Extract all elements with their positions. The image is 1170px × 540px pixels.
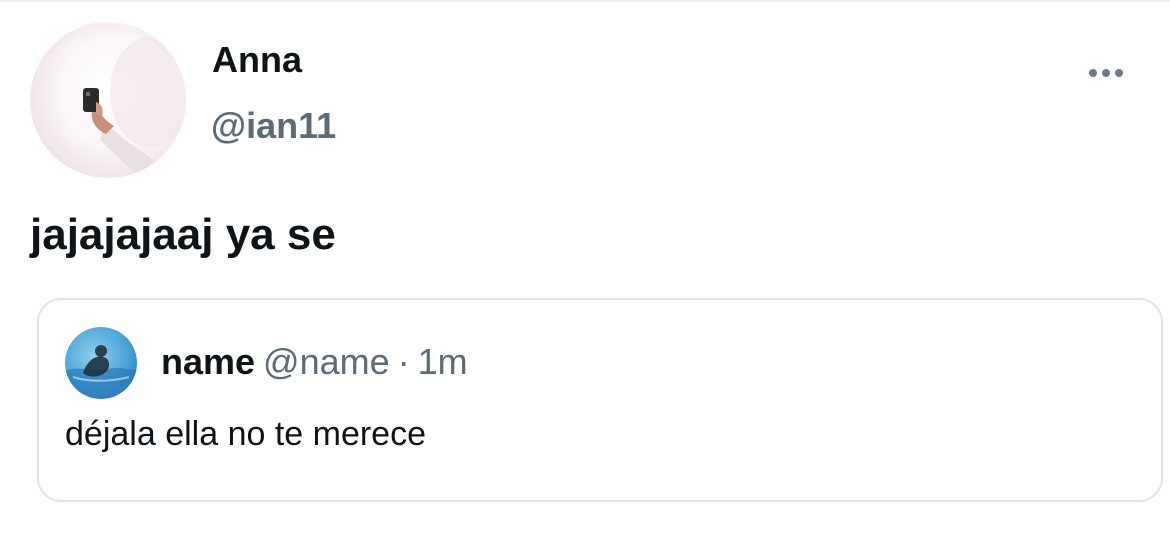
- quoted-tweet-time[interactable]: 1m: [418, 341, 468, 382]
- quoted-tweet-text: déjala ella no te merece: [65, 415, 427, 453]
- quoted-tweet-header: name @name · 1m: [161, 342, 468, 382]
- more-horizontal-icon: [1089, 69, 1097, 77]
- author-display-name[interactable]: Anna: [212, 40, 302, 80]
- avatar-photo-icon: [83, 37, 186, 178]
- quoted-author-display-name[interactable]: name: [161, 341, 255, 382]
- quoted-author-handle[interactable]: @name: [263, 341, 390, 382]
- avatar-photo-icon: [65, 345, 137, 399]
- quoted-tweet-card[interactable]: name @name · 1m déjala ella no te merece: [37, 298, 1163, 502]
- tweet[interactable]: Anna @ian11 jajajajaaj ya se name @name · 1…: [0, 0, 1170, 540]
- quoted-author-avatar[interactable]: [65, 327, 137, 399]
- more-dot: [1102, 69, 1110, 77]
- more-dot: [1115, 69, 1123, 77]
- author-handle[interactable]: @ian11: [211, 106, 336, 146]
- author-avatar[interactable]: [30, 22, 186, 178]
- tweet-text: jajajajaaj ya se: [30, 210, 336, 259]
- more-options-button[interactable]: [1084, 58, 1128, 88]
- separator-dot: ·: [397, 341, 410, 382]
